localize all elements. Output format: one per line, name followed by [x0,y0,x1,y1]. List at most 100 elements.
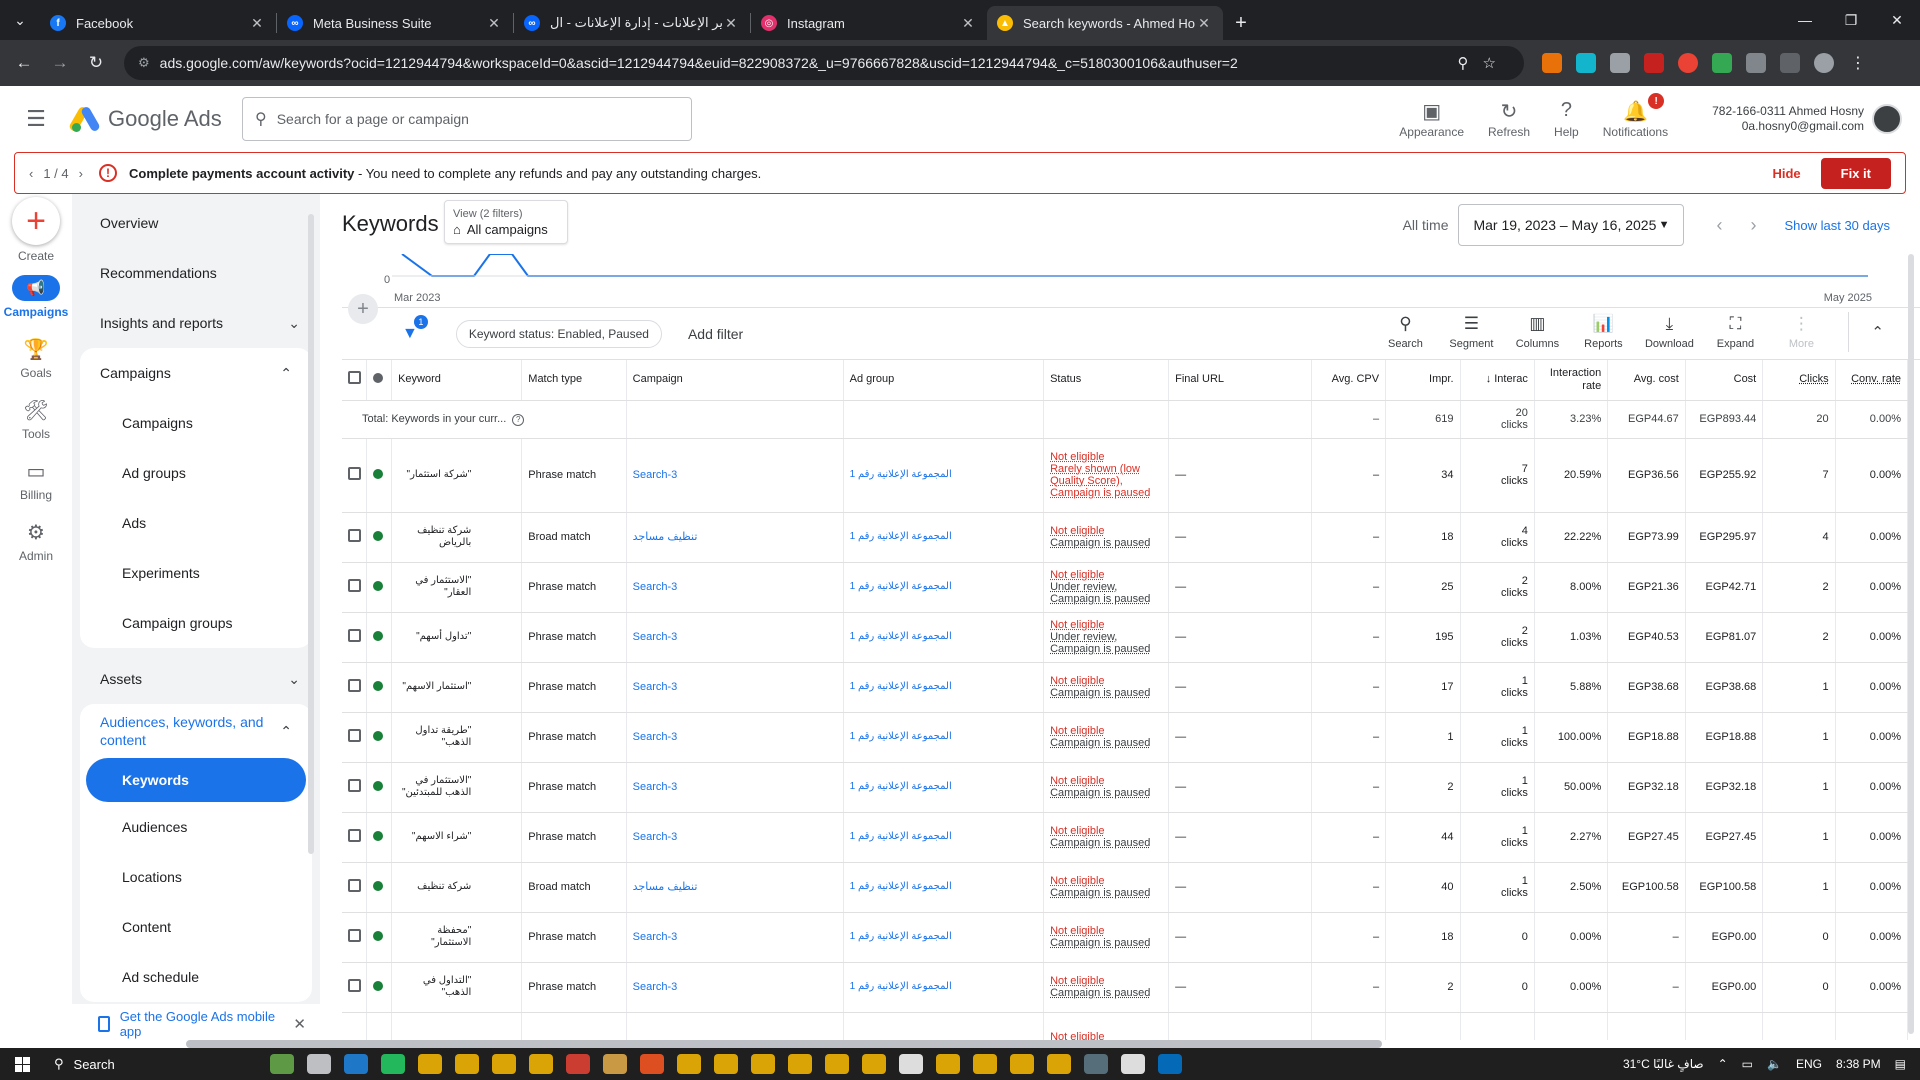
nav-insights[interactable]: Insights and reports ⌄ [72,298,320,348]
column-header-ad-group[interactable]: Ad group [843,360,1045,401]
campaign-link[interactable]: Search-3 [626,912,844,963]
clock[interactable]: 8:38 PM [1836,1057,1881,1071]
taskbar-app-icon[interactable] [566,1054,590,1074]
taskbar-app-icon[interactable] [492,1054,516,1074]
keyword-cell[interactable]: "الاستثمار في العقار" [391,562,523,613]
campaign-link[interactable]: Search-3 [626,712,844,763]
date-range-dropdown[interactable]: Mar 19, 2023 – May 16, 2025 ▼ [1458,204,1685,246]
reload-icon[interactable]: ↻ [80,47,112,79]
page-vertical-scrollbar[interactable] [1908,254,1914,1034]
nav-assets[interactable]: Assets ⌄ [72,654,320,704]
nav-content[interactable]: Content [80,902,312,952]
status-not-eligible[interactable]: Not eligible [1050,975,1162,987]
status-not-eligible[interactable]: Not eligible [1050,925,1162,937]
prev-period-icon[interactable]: ‹ [1716,215,1722,236]
site-info-icon[interactable]: ⚙ [138,55,150,71]
campaign-link[interactable]: Search-3 [626,612,844,663]
notification-center-icon[interactable]: ▤ [1895,1057,1906,1071]
taskbar-app-icon[interactable] [825,1054,849,1074]
row-checkbox-cell[interactable] [342,1012,368,1040]
campaign-link[interactable]: تنظيف مساجد [626,862,844,913]
tab-search-chevron-icon[interactable]: ⌄ [0,0,40,40]
status-not-eligible[interactable]: Not eligible [1050,1031,1162,1040]
table-columns-button[interactable]: ▥ Columns [1504,314,1570,350]
rail-admin[interactable]: ⚙ Admin [0,511,72,571]
nav-campaigns[interactable]: Campaigns [80,398,312,448]
status-not-eligible[interactable]: Not eligible [1050,525,1162,537]
campaign-link[interactable]: تنظيف مساجد [626,512,844,563]
ad-group-link[interactable]: المجموعة الإعلانية رقم 1 [843,712,1045,763]
fix-it-button[interactable]: Fix it [1820,157,1891,189]
keyword-cell[interactable]: شركة تنظيف بالرياض [391,512,523,563]
taskbar-app-icon[interactable] [418,1054,442,1074]
column-header-campaign[interactable]: Campaign [626,360,844,401]
tab-close-icon[interactable]: ✕ [722,15,740,32]
keyword-cell[interactable]: "التداول في الذهب" [391,962,523,1013]
extension-icon[interactable] [1644,53,1664,73]
taskbar-app-icon[interactable] [270,1054,294,1074]
extension-icon[interactable] [1542,53,1562,73]
status-detail[interactable]: Campaign is paused [1050,937,1162,949]
taskbar-search[interactable]: ⚲ Search [44,1048,260,1080]
status-not-eligible[interactable]: Not eligible [1050,825,1162,837]
browser-tab[interactable]: ∞ Meta Business Suite ✕ [277,6,513,40]
campaign-link[interactable]: Search-3 [626,662,844,713]
table-horizontal-scrollbar[interactable] [186,1040,1382,1048]
ad-group-link[interactable]: المجموعة الإعلانية رقم 1 [843,612,1045,663]
mobile-app-promo[interactable]: Get the Google Ads mobile app ✕ [72,1004,320,1044]
ad-group-link[interactable]: المجموعة الإعلانية رقم 1 [843,762,1045,813]
help-icon[interactable]: ? [512,413,525,426]
keyword-cell[interactable]: "تداول أسهم" [391,612,523,663]
nav-scrollbar[interactable] [308,214,314,854]
row-checkbox-cell[interactable] [342,512,368,563]
select-all-checkbox-cell[interactable] [342,360,368,401]
campaign-link[interactable]: Search-3 [626,812,844,863]
row-checkbox-cell[interactable] [342,712,368,763]
close-icon[interactable]: ✕ [293,1015,306,1033]
nav-campaigns-header[interactable]: Campaigns ⌃ [80,348,312,398]
column-header-conv-rate[interactable]: Conv. rate [1835,360,1908,401]
nav-audiences[interactable]: Audiences [80,802,312,852]
column-header-final-url[interactable]: Final URL [1168,360,1312,401]
column-header-impr-[interactable]: Impr. [1385,360,1461,401]
forward-icon[interactable]: → [44,47,76,79]
status-detail[interactable]: Campaign is paused [1050,487,1162,499]
zoom-icon[interactable]: ⚲ [1458,55,1483,72]
tray-chevron-icon[interactable]: ⌃ [1718,1057,1728,1071]
chevron-up-icon[interactable]: ⌃ [1871,323,1884,341]
status-not-eligible[interactable]: Not eligible [1050,775,1162,787]
nav-campaign-groups[interactable]: Campaign groups [80,598,312,648]
windows-start-icon[interactable] [0,1056,44,1072]
nav-ad-schedule[interactable]: Ad schedule [80,952,312,1002]
column-header-clicks[interactable]: Clicks [1762,360,1836,401]
extension-icon[interactable] [1576,53,1596,73]
row-checkbox-cell[interactable] [342,762,368,813]
row-checkbox-cell[interactable] [342,862,368,913]
nav-overview[interactable]: Overview [72,198,320,248]
taskbar-app-icon[interactable] [973,1054,997,1074]
row-checkbox[interactable] [348,467,361,480]
taskbar-app-icon[interactable] [1084,1054,1108,1074]
browser-tab[interactable]: f Facebook ✕ [40,6,276,40]
column-header-cost[interactable]: Cost [1685,360,1764,401]
ad-group-link[interactable]: المجموعة الإعلانية رقم 1 [843,562,1045,613]
row-checkbox-cell[interactable] [342,912,368,963]
shield-icon[interactable] [1610,53,1630,73]
taskbar-app-icon[interactable] [640,1054,664,1074]
status-detail[interactable]: Campaign is paused [1050,787,1162,799]
status-not-eligible[interactable]: Not eligible [1050,725,1162,737]
weather-widget[interactable]: 31°C صافٍ غالبًا [1623,1057,1704,1071]
view-filter-chip[interactable]: View (2 filters) ⌂ All campaigns [444,200,568,244]
status-detail[interactable]: Campaign is paused [1050,987,1162,999]
bookmark-star-icon[interactable]: ☆ [1483,55,1510,72]
taskbar-app-icon[interactable] [677,1054,701,1074]
campaign-link[interactable] [626,1012,844,1040]
status-detail[interactable]: Under review, [1050,581,1162,593]
table-more-button[interactable]: ⋮ More [1768,314,1834,350]
row-checkbox[interactable] [348,529,361,542]
minimize-icon[interactable]: — [1782,0,1828,40]
table-expand-button[interactable]: ⛶ Expand [1702,314,1768,350]
keyword-cell[interactable]: "محفظة الاستثمار" [391,912,523,963]
row-checkbox-cell[interactable] [342,612,368,663]
taskbar-app-icon[interactable] [936,1054,960,1074]
